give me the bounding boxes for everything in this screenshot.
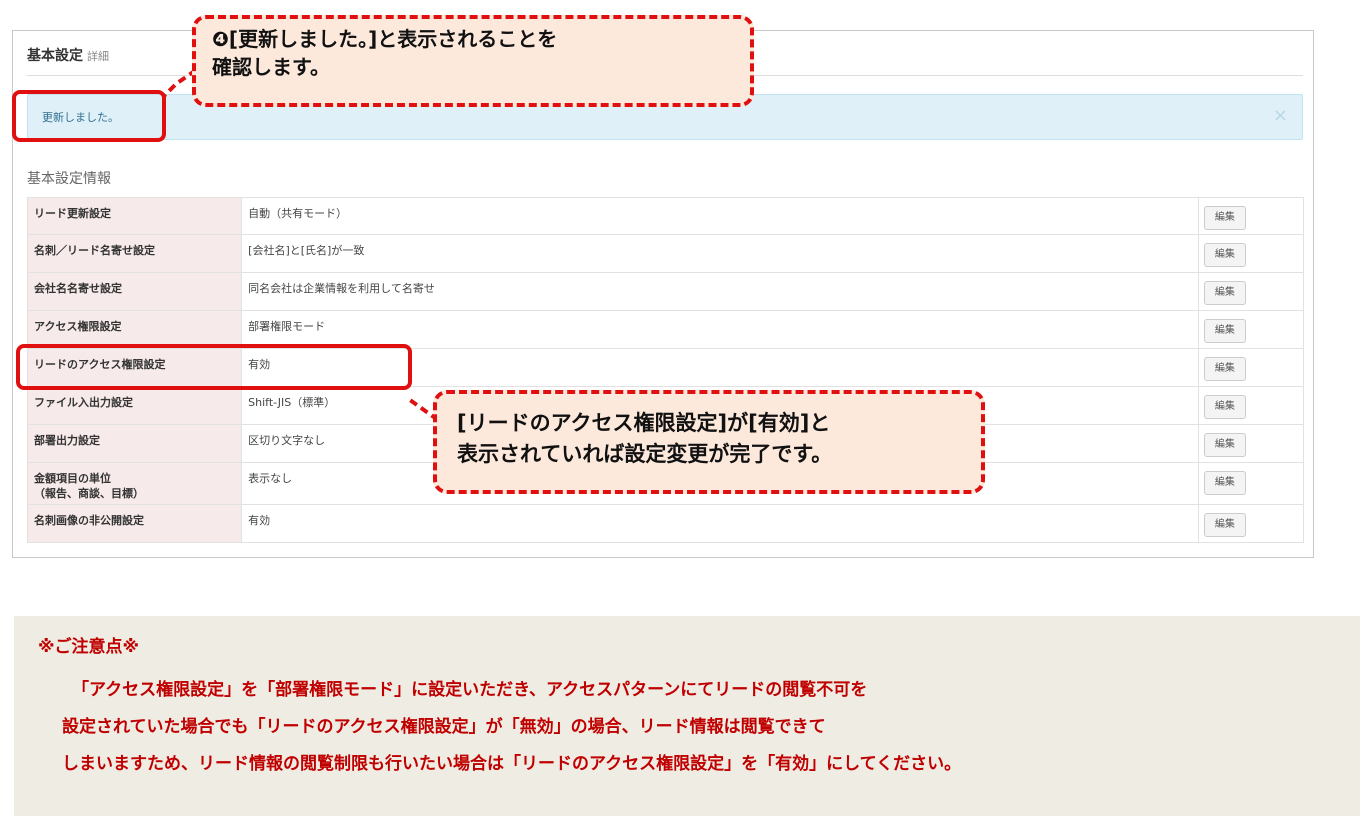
notice-line: しまいますため、リード情報の閲覧制限も行いたい場合は「リードのアクセス権限設定」… (62, 754, 962, 774)
action-cell: 編集 (1197, 272, 1305, 311)
action-cell: 編集 (1197, 424, 1305, 463)
action-cell: 編集 (1197, 386, 1305, 425)
edit-button[interactable]: 編集 (1203, 243, 1246, 267)
step4-callout-line2: 確認します。 (212, 55, 330, 79)
result-callout-line2: 表示されていれば設定変更が完了です。 (457, 442, 833, 466)
table-row: リード更新設定 自動（共有モード） 編集 (26, 197, 1305, 235)
notice-body: 「アクセス権限設定」を「部署権限モード」に設定いただき、アクセスパターンにてリー… (62, 672, 961, 783)
edit-button[interactable]: 編集 (1203, 513, 1246, 537)
action-cell: 編集 (1197, 348, 1305, 387)
setting-label: アクセス権限設定 (26, 310, 243, 349)
edit-button[interactable]: 編集 (1203, 281, 1246, 305)
setting-value: 自動（共有モード） (241, 197, 1199, 235)
access-row-highlight (16, 344, 412, 390)
action-cell: 編集 (1197, 197, 1305, 235)
edit-button[interactable]: 編集 (1203, 395, 1246, 419)
setting-value: [会社名]と[氏名]が一致 (241, 234, 1199, 273)
setting-value: 有効 (241, 504, 1199, 543)
edit-button[interactable]: 編集 (1203, 206, 1246, 230)
notice-line: 設定されていた場合でも「リードのアクセス権限設定」が「無効」の場合、リード情報は… (62, 717, 826, 737)
result-callout-line1: [リードのアクセス権限設定]が[有効]と (457, 411, 831, 435)
setting-label: 部署出力設定 (26, 424, 243, 463)
edit-button[interactable]: 編集 (1203, 357, 1246, 381)
step4-callout: ❹[更新しました。]と表示されることを 確認します。 (192, 15, 754, 107)
table-row: アクセス権限設定 部署権限モード 編集 (26, 310, 1305, 349)
edit-button[interactable]: 編集 (1203, 433, 1246, 457)
table-row: 会社名名寄せ設定 同名会社は企業情報を利用して名寄せ 編集 (26, 272, 1305, 311)
setting-label: ファイル入出力設定 (26, 386, 243, 425)
setting-value: 同名会社は企業情報を利用して名寄せ (241, 272, 1199, 311)
notice-heading: ※ご注意点※ (38, 637, 140, 657)
action-cell: 編集 (1197, 310, 1305, 349)
section-title: 基本設定情報 (27, 171, 111, 187)
action-cell: 編集 (1197, 504, 1305, 543)
table-row: 名刺画像の非公開設定 有効 編集 (26, 504, 1305, 543)
setting-label: リード更新設定 (26, 197, 243, 235)
close-icon[interactable]: × (1273, 105, 1288, 126)
table-row: 名刺／リード名寄せ設定 [会社名]と[氏名]が一致 編集 (26, 234, 1305, 273)
notice-line: 「アクセス権限設定」を「部署権限モード」に設定いただき、アクセスパターンにてリー… (72, 680, 868, 700)
setting-label: 名刺画像の非公開設定 (26, 504, 243, 543)
edit-button[interactable]: 編集 (1203, 471, 1246, 495)
setting-label: 名刺／リード名寄せ設定 (26, 234, 243, 273)
setting-value: 部署権限モード (241, 310, 1199, 349)
notice-box: ※ご注意点※ 「アクセス権限設定」を「部署権限モード」に設定いただき、アクセスパ… (14, 616, 1360, 816)
page-title-sub: 詳細 (87, 50, 109, 63)
result-callout: [リードのアクセス権限設定]が[有効]と 表示されていれば設定変更が完了です。 (433, 390, 985, 494)
page-title: 基本設定 詳細 (27, 45, 109, 65)
setting-label: 金額項目の単位 （報告、商談、目標） (26, 462, 243, 505)
action-cell: 編集 (1197, 234, 1305, 273)
page-title-text: 基本設定 (27, 48, 83, 64)
step4-callout-line1: ❹[更新しました。]と表示されることを (212, 27, 558, 51)
action-cell: 編集 (1197, 462, 1305, 505)
setting-label: 会社名名寄せ設定 (26, 272, 243, 311)
alert-highlight (12, 90, 166, 142)
edit-button[interactable]: 編集 (1203, 319, 1246, 343)
